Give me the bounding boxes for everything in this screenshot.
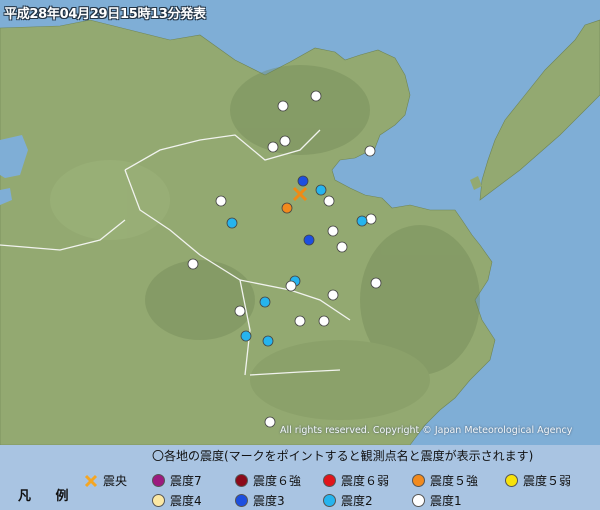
legend-label: 震度7	[170, 474, 202, 488]
station-marker-0[interactable]	[310, 90, 322, 102]
intensity-1-icon	[412, 494, 425, 507]
station-marker-20[interactable]	[327, 289, 339, 301]
legend-item-intensity-5-weak: 震度５弱	[505, 472, 571, 489]
issued-timestamp: 平成28年04月29日15時13分発表	[4, 7, 206, 22]
intensity-5-strong-icon	[412, 474, 425, 487]
legend-label: 震度1	[430, 494, 462, 508]
station-marker-24[interactable]	[318, 315, 330, 327]
station-marker-13[interactable]	[327, 225, 339, 237]
legend-label: 震度５強	[430, 474, 479, 488]
legend-item-intensity-7: 震度7	[152, 472, 202, 489]
station-marker-8[interactable]	[323, 195, 335, 207]
legend-label: 震度６弱	[341, 474, 390, 488]
legend-title: 〇各地の震度(マークをポイントすると観測点名と震度が表示されます)	[152, 449, 534, 463]
intensity-3-icon	[235, 494, 248, 507]
station-marker-25[interactable]	[240, 330, 252, 342]
station-marker-15[interactable]	[336, 241, 348, 253]
intensity-7-icon	[152, 474, 165, 487]
legend-item-intensity-6-weak: 震度６弱	[323, 472, 389, 489]
intensity-4-icon	[152, 494, 165, 507]
legend-label: 震度2	[341, 494, 373, 508]
copyright-text: All rights reserved. Copyright © Japan M…	[280, 425, 573, 436]
intensity-map	[0, 0, 600, 445]
legend-label: 震度4	[170, 494, 202, 508]
intensity-5-weak-icon	[505, 474, 518, 487]
station-marker-12[interactable]	[226, 217, 238, 229]
legend-epicenter-label: 震央	[103, 474, 128, 488]
station-marker-11[interactable]	[356, 215, 368, 227]
legend-item-intensity-5-strong: 震度５強	[412, 472, 478, 489]
intensity-6-weak-icon	[323, 474, 336, 487]
station-marker-10[interactable]	[365, 213, 377, 225]
station-marker-14[interactable]	[303, 234, 315, 246]
legend-label: 震度５弱	[523, 474, 572, 488]
station-marker-2[interactable]	[279, 135, 291, 147]
legend-label: 震度3	[253, 494, 285, 508]
station-marker-4[interactable]	[364, 145, 376, 157]
station-marker-17[interactable]	[370, 277, 382, 289]
station-marker-21[interactable]	[259, 296, 271, 308]
station-marker-1[interactable]	[277, 100, 289, 112]
legend-item-intensity-6-strong: 震度６強	[235, 472, 301, 489]
legend-item-intensity-4: 震度4	[152, 492, 202, 509]
station-marker-3[interactable]	[267, 141, 279, 153]
intensity-6-strong-icon	[235, 474, 248, 487]
station-marker-16[interactable]	[187, 258, 199, 270]
station-marker-6[interactable]	[315, 184, 327, 196]
legend-item-intensity-2: 震度2	[323, 492, 373, 509]
map-view: 平成28年04月29日15時13分発表 All rights reserved.…	[0, 0, 600, 510]
legend-heading: 凡 例	[18, 489, 79, 504]
epicenter-x-icon	[84, 474, 98, 487]
legend-label: 震度６強	[253, 474, 302, 488]
legend-item-intensity-3: 震度3	[235, 492, 285, 509]
station-marker-9[interactable]	[215, 195, 227, 207]
station-marker-27[interactable]	[264, 416, 276, 428]
legend-epicenter: 震央	[84, 472, 127, 489]
station-marker-7[interactable]	[281, 202, 293, 214]
station-marker-23[interactable]	[294, 315, 306, 327]
station-marker-26[interactable]	[262, 335, 274, 347]
station-marker-22[interactable]	[234, 305, 246, 317]
intensity-2-icon	[323, 494, 336, 507]
legend-item-intensity-1: 震度1	[412, 492, 462, 509]
station-marker-19[interactable]	[285, 280, 297, 292]
station-marker-5[interactable]	[297, 175, 309, 187]
